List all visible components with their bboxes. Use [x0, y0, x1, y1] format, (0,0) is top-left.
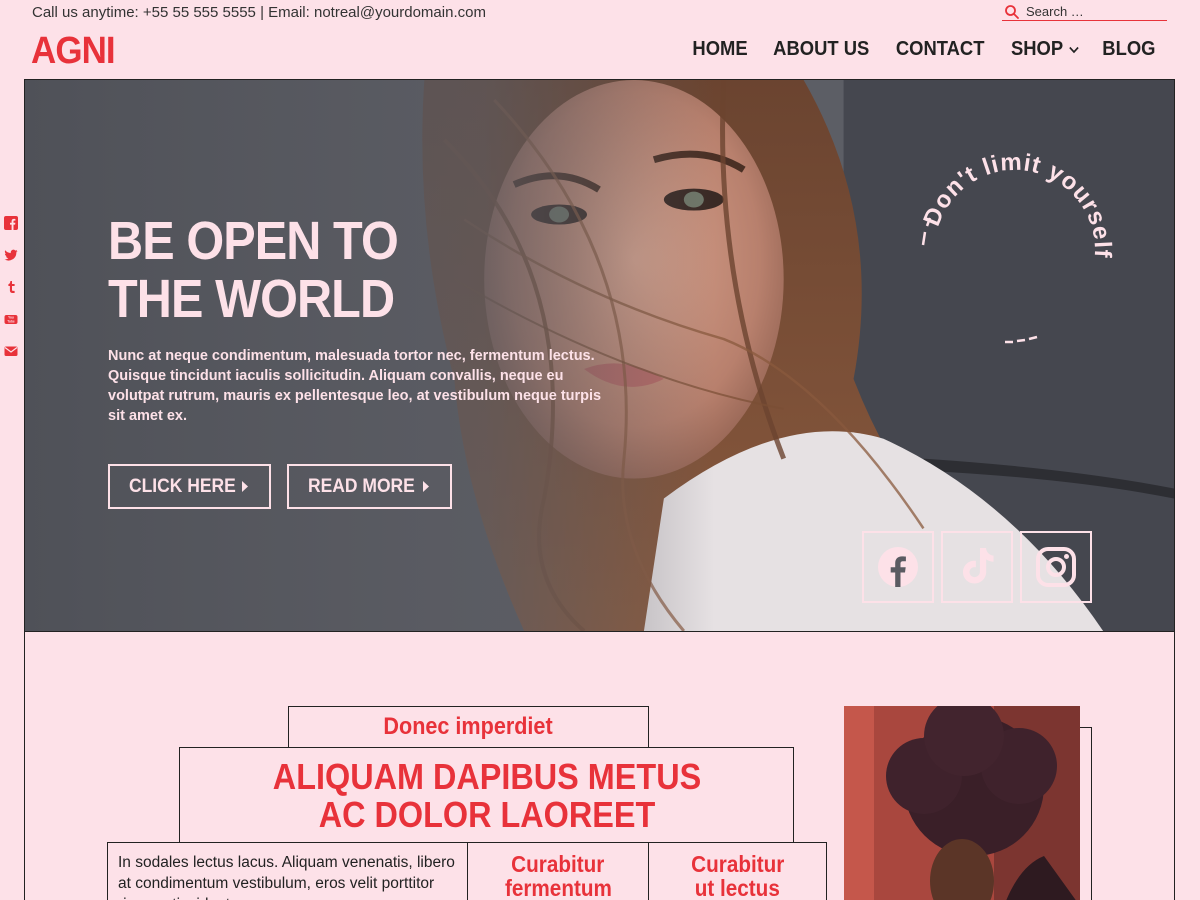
site-logo[interactable]: AGNI [31, 30, 116, 73]
hero-facebook-link[interactable] [862, 531, 934, 603]
side-portrait-illustration [844, 706, 1080, 900]
nav-contact[interactable]: CONTACT [896, 38, 985, 61]
circular-slogan: Don't limit yourself [918, 149, 1116, 344]
column-title-1-line2: fermentum [504, 875, 612, 900]
instagram-icon [1036, 547, 1076, 587]
nav-blog-label: BLOG [1102, 38, 1156, 60]
section-headline-line2: AC DOLOR LAOREET [318, 793, 655, 835]
twitter-icon[interactable] [4, 248, 18, 262]
column-title-1: Curabitur fermentum [467, 842, 649, 900]
side-portrait-image [844, 706, 1080, 900]
read-more-label: READ MORE [308, 475, 415, 497]
hero-instagram-link[interactable] [1020, 531, 1092, 603]
youtube-icon[interactable]: You Tube [4, 312, 18, 326]
circular-slogan-text: Don't limit yourself [918, 149, 1115, 259]
svg-text:Don't limit yourself: Don't limit yourself [918, 149, 1116, 259]
click-here-button[interactable]: CLICK HERE [108, 464, 271, 509]
caret-right-icon [423, 481, 429, 492]
nav-about-us[interactable]: ABOUT US [773, 38, 869, 61]
nav-shop-label: SHOP [1010, 38, 1063, 60]
main-nav: HOME ABOUT US CONTACT SHOP BLOG [671, 38, 1158, 61]
svg-text:Tube: Tube [7, 319, 15, 323]
section-headline: ALIQUAM DAPIBUS METUS AC DOLOR LAOREET [179, 747, 794, 844]
column-title-1-line1: Curabitur [511, 851, 605, 877]
top-bar: Call us anytime: +55 55 555 5555 | Email… [0, 0, 1200, 30]
read-more-button[interactable]: READ MORE [287, 464, 452, 509]
column-title-2-line1: Curabitur [690, 851, 785, 877]
hero-description: Nunc at neque condimentum, malesuada tor… [108, 348, 602, 424]
search-form[interactable] [1002, 3, 1167, 21]
email-icon[interactable] [4, 344, 18, 358]
search-icon[interactable] [1004, 4, 1020, 20]
column-title-2-line2: ut lectus [694, 875, 781, 900]
hero-tiktok-link[interactable] [941, 531, 1013, 603]
chevron-down-icon[interactable] [1068, 46, 1078, 54]
nav-contact-label: CONTACT [896, 38, 985, 60]
caret-right-icon [242, 481, 248, 492]
nav-blog[interactable]: BLOG [1103, 38, 1156, 61]
side-social-bar: You Tube [4, 216, 18, 376]
section-body-text: In sodales lectus lacus. Aliquam venenat… [107, 842, 468, 900]
section-kicker-text: Donec imperdiet [383, 713, 554, 740]
nav-home-label: HOME [692, 38, 748, 60]
hero-title-line2: THE WORLD [108, 269, 395, 329]
click-here-label: CLICK HERE [129, 475, 236, 497]
hero-banner: BE OPEN TO THE WORLD Nunc at neque condi… [24, 79, 1175, 632]
search-input[interactable] [1026, 4, 1156, 19]
section-kicker: Donec imperdiet [288, 706, 649, 748]
facebook-icon [878, 547, 918, 587]
column-title-2: Curabitur ut lectus [648, 842, 827, 900]
contact-info: Call us anytime: +55 55 555 5555 | Email… [32, 4, 486, 21]
nav-home[interactable]: HOME [692, 38, 747, 61]
hero-title: BE OPEN TO THE WORLD [108, 211, 399, 329]
tumblr-icon[interactable] [4, 280, 18, 294]
section-headline-line1: ALIQUAM DAPIBUS METUS [272, 755, 701, 797]
tiktok-icon [963, 548, 994, 584]
hero-title-line1: BE OPEN TO [108, 211, 399, 271]
facebook-icon[interactable] [4, 216, 18, 230]
nav-about-us-label: ABOUT US [772, 38, 870, 60]
nav-shop[interactable]: SHOP [1010, 38, 1078, 61]
